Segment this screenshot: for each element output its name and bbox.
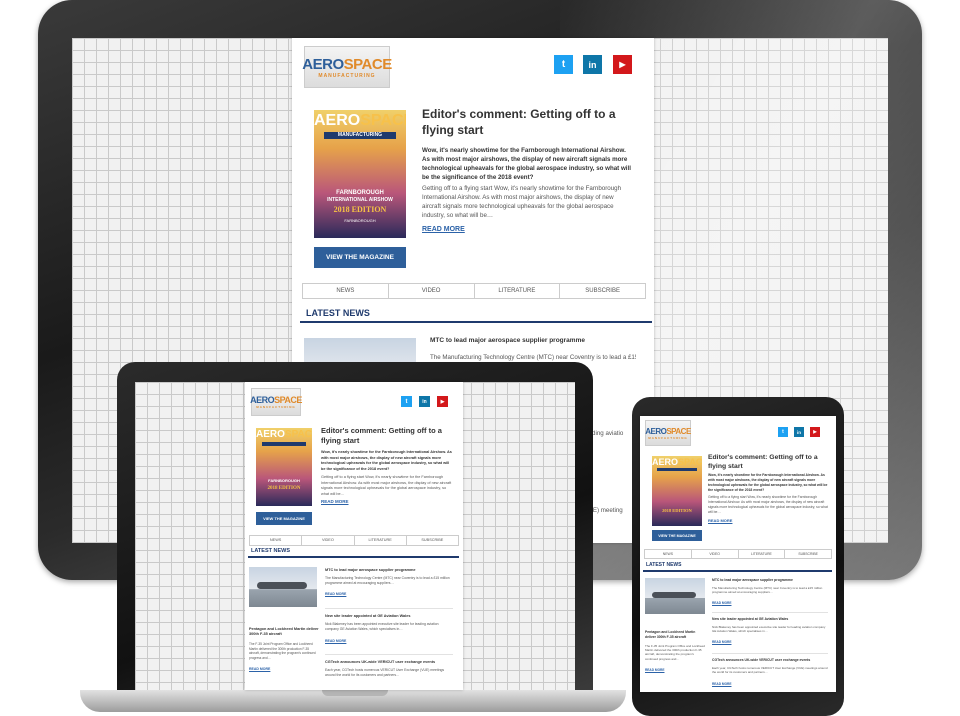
feature-read-more[interactable]: READ MORE <box>249 667 270 671</box>
nav-bar: NEWS VIDEO LITERATURE SUBSCRIBE <box>302 283 646 299</box>
headline[interactable]: Editor's comment: Getting off to a flyin… <box>708 453 826 471</box>
linkedin-icon[interactable]: in <box>419 396 430 407</box>
view-magazine-button[interactable]: VIEW THE MAGAZINE <box>314 247 406 268</box>
nav-literature[interactable]: LITERATURE <box>739 550 786 558</box>
news-item-read-more[interactable]: READ MORE <box>712 682 731 686</box>
laptop-email: AEROSPACE MANUFACTURING t in ▶ AEROSPACE… <box>245 382 463 690</box>
nav-video[interactable]: VIDEO <box>302 536 355 545</box>
news-item-read-more[interactable]: READ MORE <box>325 639 346 643</box>
news-item-title[interactable]: New site leader appointed at GE Aviation… <box>712 617 830 621</box>
magazine-cover[interactable]: AEROSPACE 2018 EDITION <box>652 456 702 526</box>
nav-news[interactable]: NEWS <box>250 536 303 545</box>
read-more-link[interactable]: READ MORE <box>422 226 465 233</box>
news-item-read-more[interactable]: READ MORE <box>325 592 346 596</box>
news-item-read-more[interactable]: READ MORE <box>712 601 731 605</box>
intro-bold: Wow, it's nearly showtime for the Farnbo… <box>708 473 828 492</box>
news-item-body: Nick Blakeney has been appointed executi… <box>712 625 826 634</box>
news-item-title[interactable]: MTC to lead major aerospace supplier pro… <box>325 568 455 572</box>
feature-body: The F-35 Joint Program Office and Lockhe… <box>249 642 316 660</box>
news-item-body: The Manufacturing Technology Centre (MTC… <box>325 576 450 585</box>
intro-text: Getting off to a flying start Wow, it's … <box>708 495 828 514</box>
news-item-title[interactable]: CGTech announces UK-wide VERICUT user ex… <box>325 660 455 664</box>
news-item-title[interactable]: New site leader appointed at GE Aviation… <box>325 614 455 618</box>
view-magazine-button[interactable]: VIEW THE MAGAZINE <box>256 512 312 525</box>
latest-news-heading: LATEST NEWS <box>248 548 459 558</box>
news-item-title[interactable]: MTC to lead major aerospace supplier pro… <box>712 578 830 582</box>
aerospace-logo[interactable]: AEROSPACE MANUFACTURING <box>250 388 302 416</box>
news-item-title[interactable]: CGTech announces UK-wide VERICUT user ex… <box>712 658 830 662</box>
twitter-icon[interactable]: t <box>401 396 412 407</box>
headline[interactable]: Editor's comment: Getting off to a flyin… <box>422 106 632 138</box>
news-item-read-more[interactable]: READ MORE <box>712 640 731 644</box>
view-magazine-button[interactable]: VIEW THE MAGAZINE <box>652 530 702 541</box>
aerospace-logo[interactable]: AEROSPACE MANUFACTURING <box>645 420 691 446</box>
feature-body: The F-35 Joint Program Office and Lockhe… <box>645 644 705 661</box>
latest-news-heading: LATEST NEWS <box>643 562 832 572</box>
feature-read-more[interactable]: READ MORE <box>645 668 664 672</box>
linkedin-icon[interactable]: in <box>794 427 804 437</box>
headline[interactable]: Editor's comment: Getting off to a flyin… <box>321 426 451 446</box>
intro-text: Getting off to a flying start Wow, it's … <box>321 475 452 496</box>
linkedin-icon[interactable]: in <box>583 55 602 74</box>
news-item-body: Each year, CGTech hosts numerous VERICUT… <box>325 668 445 677</box>
nav-video[interactable]: VIDEO <box>389 284 475 298</box>
read-more-link[interactable]: READ MORE <box>321 499 349 504</box>
aerospace-logo[interactable]: AEROSPACE MANUFACTURING <box>302 46 392 88</box>
news-item-title[interactable]: MTC to lead major aerospace supplier pro… <box>430 337 640 344</box>
feature-thumbnail[interactable] <box>249 567 317 607</box>
feature-title[interactable]: Pentagon and Lockheed Martin deliver 300… <box>249 627 319 637</box>
magazine-cover[interactable]: AEROSPACE FARNBOROUGH 2018 EDITION <box>256 428 312 506</box>
twitter-icon[interactable]: t <box>778 427 788 437</box>
news-item-body: Nick Blakeney has been appointed executi… <box>325 622 439 631</box>
nav-bar: NEWS VIDEO LITERATURE SUBSCRIBE <box>644 549 832 559</box>
nav-news[interactable]: NEWS <box>645 550 692 558</box>
nav-news[interactable]: NEWS <box>303 284 389 298</box>
nav-subscribe[interactable]: SUBSCRIBE <box>560 284 645 298</box>
nav-literature[interactable]: LITERATURE <box>475 284 561 298</box>
youtube-icon[interactable]: ▶ <box>437 396 448 407</box>
intro-bold: Wow, it's nearly showtime for the Farnbo… <box>422 147 631 181</box>
feature-title[interactable]: Pentagon and Lockheed Martin deliver 300… <box>645 630 707 639</box>
magazine-cover[interactable]: AEROSPACE MANUFACTURING FARNBOROUGH INTE… <box>314 110 406 238</box>
nav-video[interactable]: VIDEO <box>692 550 739 558</box>
twitter-icon[interactable]: t <box>554 55 573 74</box>
nav-literature[interactable]: LITERATURE <box>355 536 407 545</box>
read-more-link[interactable]: READ MORE <box>708 518 732 523</box>
nav-bar: NEWS VIDEO LITERATURE SUBSCRIBE <box>249 535 459 546</box>
nav-subscribe[interactable]: SUBSCRIBE <box>407 536 458 545</box>
feature-thumbnail[interactable] <box>645 578 705 614</box>
youtube-icon[interactable]: ▶ <box>613 55 632 74</box>
news-item-body: The Manufacturing Technology Centre (MTC… <box>712 586 823 595</box>
news-item-body: Each year, CGTech hosts numerous VERICUT… <box>712 666 828 675</box>
intro-text: Getting off to a flying start Wow, it's … <box>422 185 622 219</box>
youtube-icon[interactable]: ▶ <box>810 427 820 437</box>
intro-bold: Wow, it's nearly showtime for the Farnbo… <box>321 450 452 471</box>
nav-subscribe[interactable]: SUBSCRIBE <box>785 550 831 558</box>
phone-email: AEROSPACE MANUFACTURING t in ▶ AEROSPACE… <box>640 416 836 692</box>
latest-news-heading: LATEST NEWS <box>300 308 652 323</box>
